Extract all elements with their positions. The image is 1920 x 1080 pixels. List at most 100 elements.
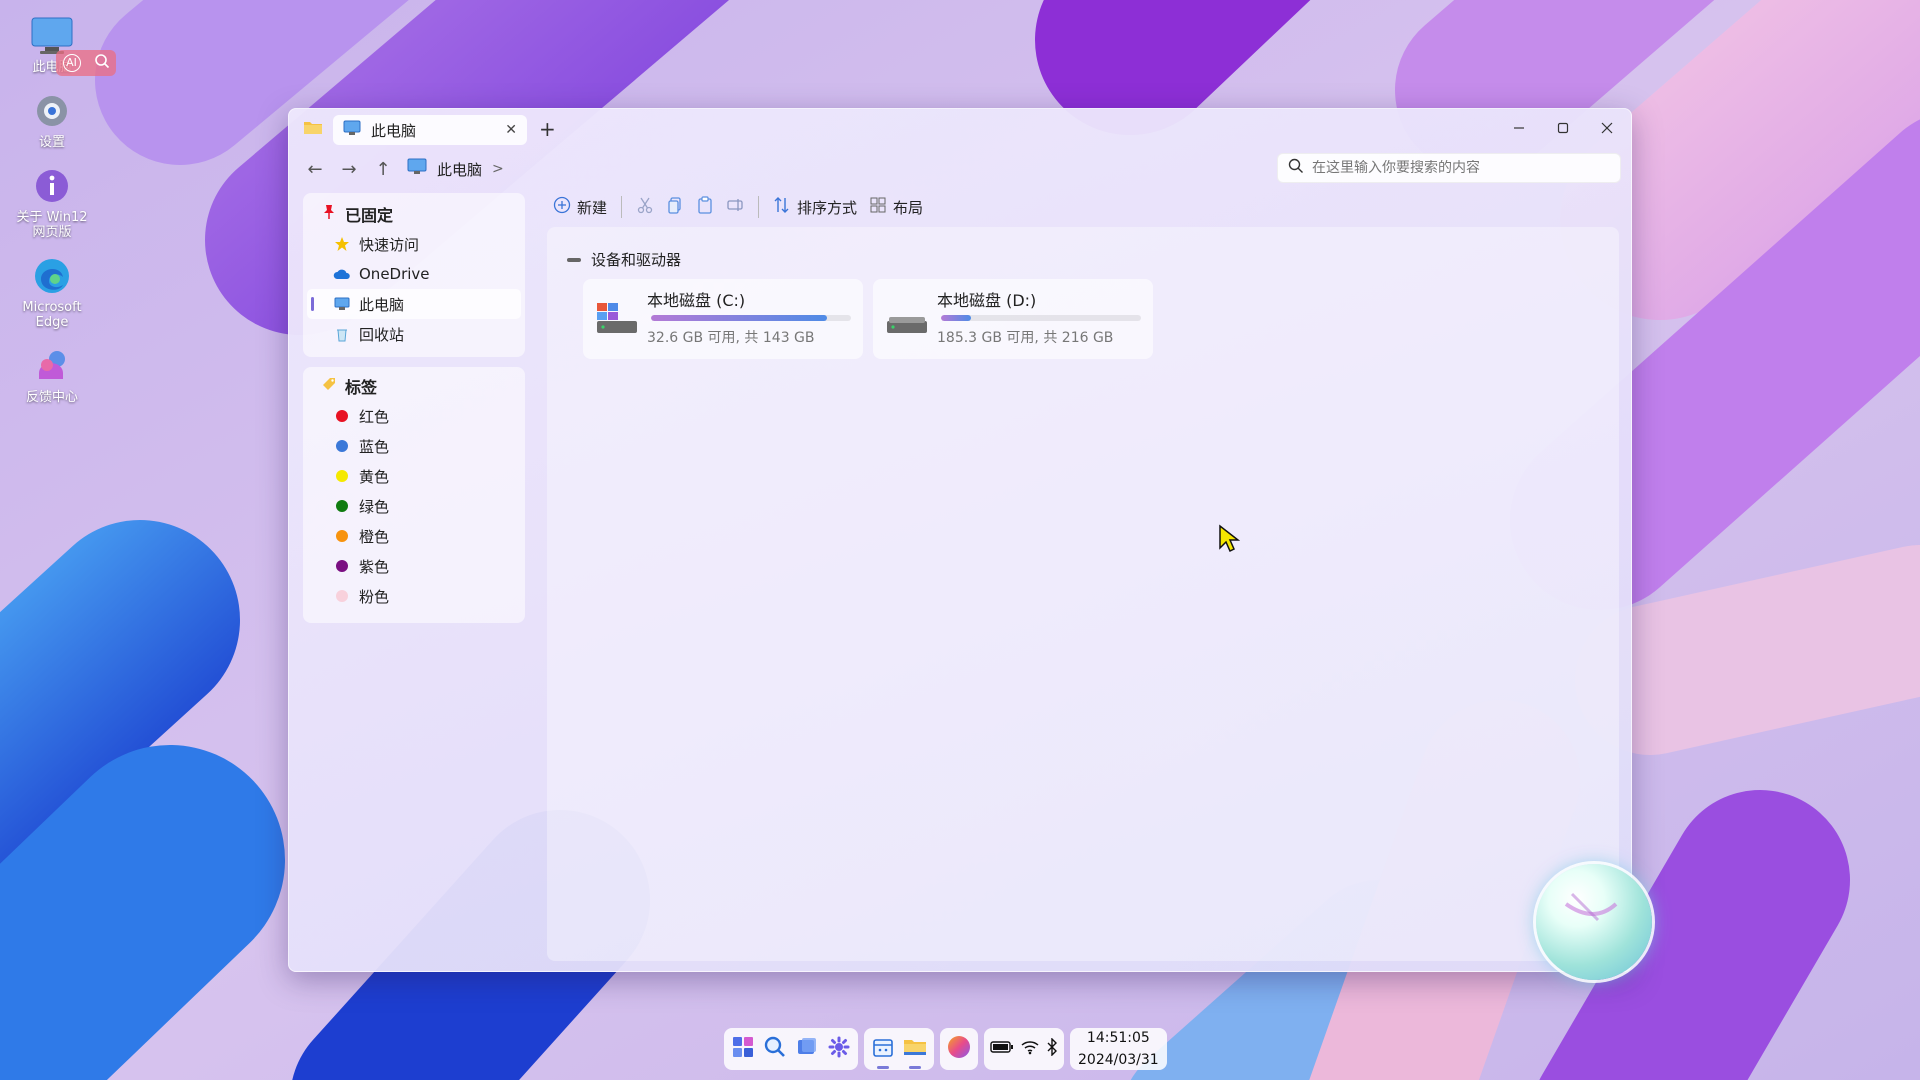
sidebar-item-recycle-bin[interactable]: 回收站 (307, 319, 521, 349)
breadcrumb-item-this-pc[interactable]: 此电脑 (437, 159, 482, 180)
tag-dot-icon (333, 437, 351, 455)
minimize-button[interactable] (1497, 115, 1541, 141)
taskbar-clock[interactable]: 14:51:05 2024/03/31 (1070, 1028, 1167, 1070)
sidebar-item-onedrive[interactable]: OneDrive (307, 259, 521, 289)
tag-label: 红色 (359, 407, 390, 426)
tag-item-purple[interactable]: 紫色 (307, 551, 521, 581)
folder-icon (903, 1037, 927, 1061)
tag-item-orange[interactable]: 橙色 (307, 521, 521, 551)
close-icon (1601, 119, 1613, 138)
search-icon (764, 1036, 786, 1062)
drive-name: 本地磁盘 (C:) (647, 291, 746, 310)
drive-space-info: 185.3 GB 可用, 共 216 GB (937, 330, 1114, 346)
maximize-button[interactable] (1541, 115, 1585, 141)
tag-item-blue[interactable]: 蓝色 (307, 431, 521, 461)
desktop-icon-this-pc[interactable]: 此电脑 AI (8, 14, 116, 76)
add-icon (553, 196, 571, 218)
start-button[interactable] (730, 1036, 756, 1062)
minimize-icon (1513, 119, 1525, 138)
new-button[interactable]: 新建 (547, 193, 613, 221)
sidebar-item-this-pc[interactable]: 此电脑 (307, 289, 521, 319)
clock-date: 2024/03/31 (1078, 1052, 1159, 1068)
file-explorer-window: 此电脑 ✕ + ← → ↑ 此电脑 > 在这里输入你要搜索的内容 新建 排序方式… (288, 108, 1632, 972)
desktop-icon-label: 关于 Win12 网页版 (16, 210, 88, 240)
sort-button[interactable]: 排序方式 (767, 193, 863, 221)
tag-item-yellow[interactable]: 黄色 (307, 461, 521, 491)
desktop-icon-settings[interactable]: 设置 (8, 89, 96, 150)
cut-button[interactable] (630, 193, 660, 221)
scissors-icon (636, 196, 654, 218)
monitor-icon (407, 158, 427, 180)
tag-icon (321, 376, 337, 396)
taskbar-app-calendar[interactable] (870, 1036, 896, 1069)
taskbar-search-button[interactable] (762, 1036, 788, 1062)
pinned-title: 已固定 (345, 206, 394, 225)
tag-dot-purple (336, 560, 348, 572)
system-drive-icon (595, 301, 639, 341)
rename-button[interactable] (720, 193, 750, 221)
assistant-orb-button[interactable] (1536, 864, 1652, 980)
mouse-cursor-icon (1218, 524, 1241, 558)
search-box[interactable] (1277, 153, 1621, 183)
tags-title: 标签 (345, 378, 378, 397)
desktop-icon-edge[interactable]: Microsoft Edge (8, 254, 96, 330)
drive-c[interactable]: 本地磁盘 (C:) 32.6 GB 可用, 共 143 GB (583, 279, 863, 359)
tag-dot-yellow (336, 470, 348, 482)
sidebar-tags: 标签 红色 蓝色 黄色 绿色 橙色 紫色 粉色 (303, 367, 525, 623)
taskbar-app-file-explorer[interactable] (902, 1036, 928, 1069)
rename-icon (726, 196, 744, 218)
widgets-button[interactable] (826, 1036, 852, 1062)
new-button-label: 新建 (577, 198, 608, 217)
system-tray[interactable] (984, 1028, 1064, 1070)
ai-badge-icon[interactable]: AI (62, 54, 81, 72)
up-button[interactable]: ↑ (369, 157, 397, 181)
search-icon[interactable] (94, 53, 110, 73)
sidebar-item-quick-access[interactable]: 快速访问 (307, 229, 521, 259)
sort-button-label: 排序方式 (797, 198, 858, 217)
breadcrumb-separator[interactable]: > (492, 161, 504, 177)
tag-label: 蓝色 (359, 437, 390, 456)
drive-icon (885, 301, 929, 341)
tag-dot-icon (333, 407, 351, 425)
layout-button[interactable]: 布局 (863, 193, 929, 221)
desktop-icon-about[interactable]: 关于 Win12 网页版 (8, 164, 96, 240)
sidebar-pinned: 已固定 快速访问 OneDrive 此电脑 回收站 (303, 193, 525, 357)
drive-d[interactable]: 本地磁盘 (D:) 185.3 GB 可用, 共 216 GB (873, 279, 1153, 359)
back-button[interactable]: ← (301, 157, 329, 181)
drive-name: 本地磁盘 (D:) (937, 291, 1037, 310)
drive-usage-bar (651, 315, 851, 321)
paste-button[interactable] (690, 193, 720, 221)
new-tab-button[interactable]: + (539, 117, 556, 141)
tag-label: 橙色 (359, 527, 390, 546)
tag-dot-red (336, 410, 348, 422)
tag-dot-pink (336, 590, 348, 602)
taskbar-assistant-group (940, 1028, 978, 1070)
tag-dot-green (336, 500, 348, 512)
recycle-bin-icon (333, 325, 351, 343)
desktop-badge[interactable]: AI (56, 50, 116, 76)
taskbar: 14:51:05 2024/03/31 (724, 1028, 1167, 1072)
desktop-icon-feedback[interactable]: 反馈中心 (8, 344, 96, 405)
breadcrumb[interactable]: 此电脑 > (407, 157, 504, 181)
bluetooth-icon (1046, 1037, 1058, 1060)
toolbar: 新建 排序方式 布局 (547, 189, 929, 225)
taskbar-app-copilot[interactable] (946, 1036, 972, 1062)
close-button[interactable] (1585, 115, 1629, 141)
task-view-button[interactable] (794, 1036, 820, 1062)
forward-button[interactable]: → (335, 157, 363, 181)
drive-section-icon (567, 257, 581, 262)
widgets-icon (828, 1036, 850, 1062)
search-input[interactable] (1312, 160, 1602, 176)
tag-item-pink[interactable]: 粉色 (307, 581, 521, 611)
desktop-icon-label: 反馈中心 (25, 390, 78, 405)
cloud-icon (333, 265, 351, 283)
copy-button[interactable] (660, 193, 690, 221)
desktop-icon-label: 设置 (38, 135, 65, 150)
drive-usage-bar (941, 315, 1141, 321)
title-bar: 此电脑 ✕ + (289, 109, 1631, 149)
tag-item-green[interactable]: 绿色 (307, 491, 521, 521)
tag-item-red[interactable]: 红色 (307, 401, 521, 431)
tag-label: 绿色 (359, 497, 390, 516)
tab-this-pc[interactable]: 此电脑 ✕ (333, 115, 527, 145)
tab-close-icon[interactable]: ✕ (505, 122, 517, 138)
